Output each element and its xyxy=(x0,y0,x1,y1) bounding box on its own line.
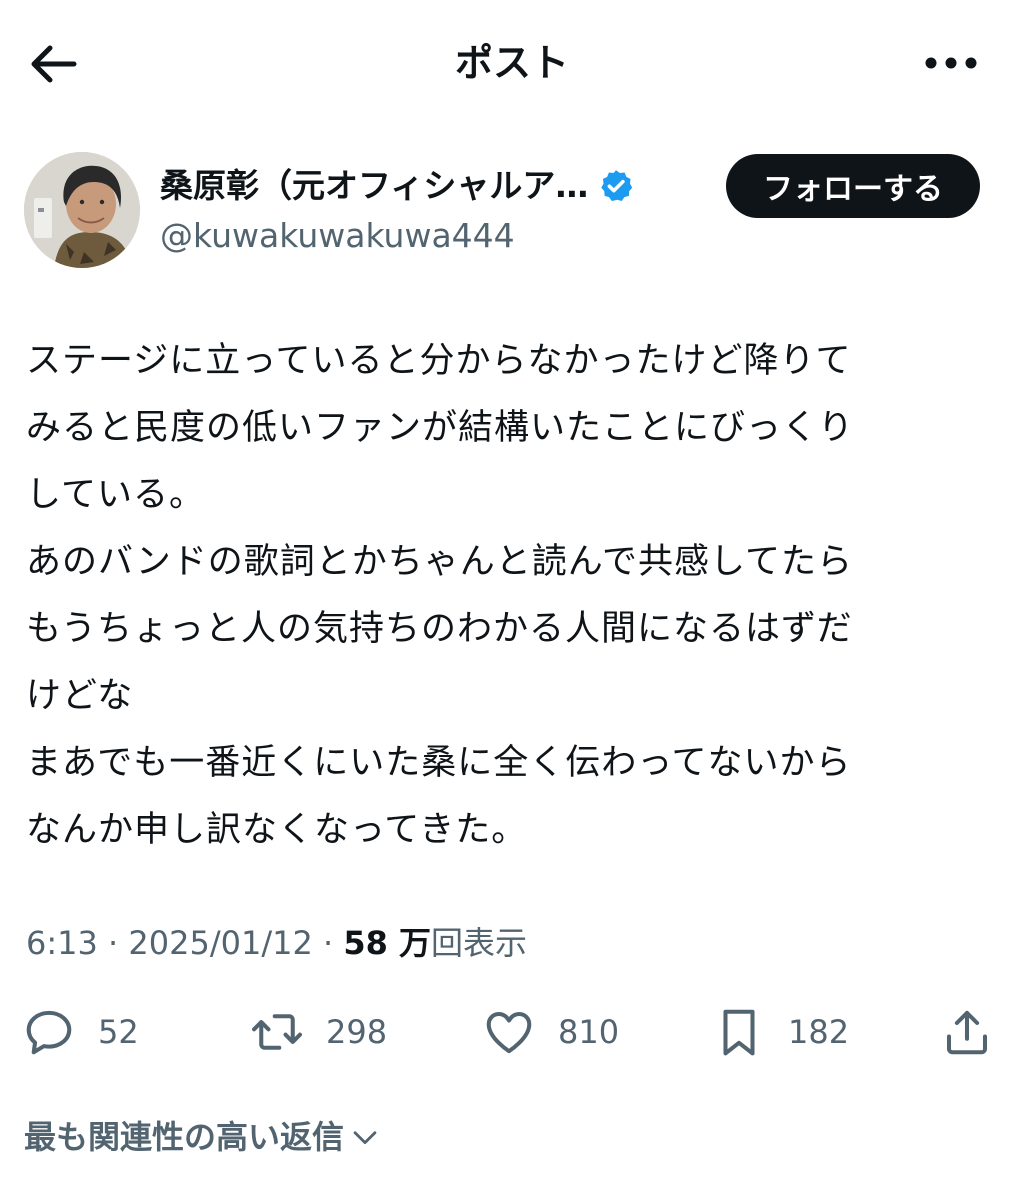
author-handle[interactable]: @kuwakuwakuwa444 xyxy=(160,214,515,258)
post-text-line: あのバンドの歌詞とかちゃんと読んで共感してたら xyxy=(26,542,853,582)
verified-badge-icon xyxy=(598,168,634,204)
share-icon xyxy=(946,1010,988,1055)
bookmark-button[interactable]: 182 xyxy=(712,1000,849,1064)
chevron-down-icon xyxy=(353,1131,377,1145)
post-text-line: している。 xyxy=(26,475,205,515)
bookmark-icon xyxy=(723,1009,755,1056)
view-count-label: 回表示 xyxy=(431,924,528,962)
more-horizontal-icon xyxy=(925,57,977,69)
post-text-line: ステージに立っていると分からなかったけど降りて xyxy=(26,341,852,381)
meta-separator: · xyxy=(312,924,344,962)
post-text-line: けどな xyxy=(26,676,134,716)
author-display-name: 桑原彰（元オフィシャルア… xyxy=(160,166,589,205)
post-text-line: まあでも一番近くにいた桑に全く伝わってないから xyxy=(26,743,852,783)
avatar-photo xyxy=(24,152,140,268)
post-date[interactable]: 2025/01/12 xyxy=(128,924,312,962)
post-text-line: みると民度の低いファンが結構いたことにびっくり xyxy=(26,408,855,448)
post-meta: 6:13 · 2025/01/12 · 58 万回表示 xyxy=(26,918,527,968)
action-bar: 52 298 810 182 xyxy=(0,1000,1024,1064)
follow-button[interactable]: フォローする xyxy=(726,154,980,218)
repost-icon xyxy=(252,1014,302,1050)
meta-separator: · xyxy=(97,924,129,962)
like-button[interactable]: 810 xyxy=(482,1000,619,1064)
bookmark-count: 182 xyxy=(788,1013,850,1051)
avatar[interactable] xyxy=(24,152,140,268)
post-text: ステージに立っていると分からなかったけど降りて みると民度の低いファンが結構いた… xyxy=(26,328,1006,864)
author-name[interactable]: 桑原彰（元オフィシャルア… xyxy=(160,162,634,210)
top-bar: ポスト xyxy=(0,0,1024,124)
like-icon xyxy=(486,1011,532,1054)
replies-sort-label: 最も関連性の高い返信 xyxy=(24,1118,345,1156)
replies-sort-dropdown[interactable]: 最も関連性の高い返信 xyxy=(24,1114,382,1160)
post-time[interactable]: 6:13 xyxy=(26,924,98,962)
more-options-button[interactable] xyxy=(916,38,986,88)
reply-count: 52 xyxy=(98,1013,139,1051)
post-text-line: もうちょっと人の気持ちのわかる人間になるはずだ xyxy=(26,609,853,649)
share-button[interactable] xyxy=(940,1000,994,1064)
like-count: 810 xyxy=(558,1013,620,1051)
author-row: 桑原彰（元オフィシャルア… @kuwakuwakuwa444 フォローする xyxy=(0,148,1024,272)
repost-count: 298 xyxy=(326,1013,388,1051)
repost-button[interactable]: 298 xyxy=(250,1000,387,1064)
post-text-line: なんか申し訳なくなってきた。 xyxy=(26,810,528,850)
reply-button[interactable]: 52 xyxy=(22,1000,139,1064)
view-count[interactable]: 58 万 xyxy=(343,924,431,962)
reply-icon xyxy=(26,1010,72,1055)
page-title: ポスト xyxy=(454,41,569,85)
